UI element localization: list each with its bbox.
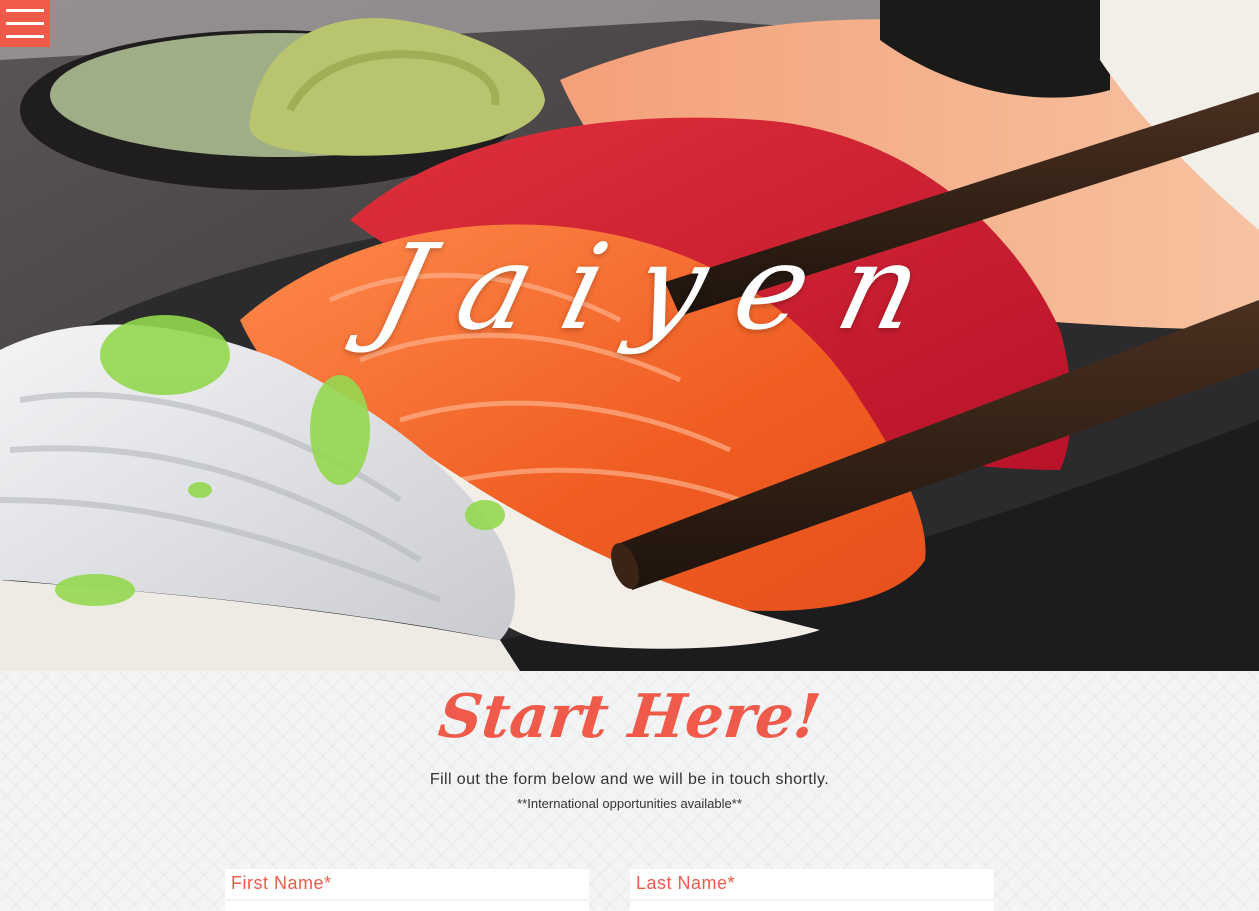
first-name-field[interactable]: First Name* [225,869,589,911]
hamburger-menu-button[interactable] [0,0,50,47]
international-note: **International opportunities available*… [517,796,742,811]
hero-banner: Jaiyen [0,0,1259,671]
section-heading: Start Here! [435,682,824,752]
first-name-label: First Name* [231,873,332,893]
section-subtitle: Fill out the form below and we will be i… [429,771,830,788]
hamburger-menu-icon-bar-2 [6,22,44,25]
contact-form-section: Start Here! Fill out the form below and … [0,671,1259,911]
hamburger-menu-icon-bar-3 [6,35,44,38]
last-name-label: Last Name* [636,873,736,893]
brand-title: Jaiyen [362,218,970,356]
hamburger-menu-icon-bar-1 [6,9,44,12]
last-name-field[interactable]: Last Name* [630,869,994,911]
